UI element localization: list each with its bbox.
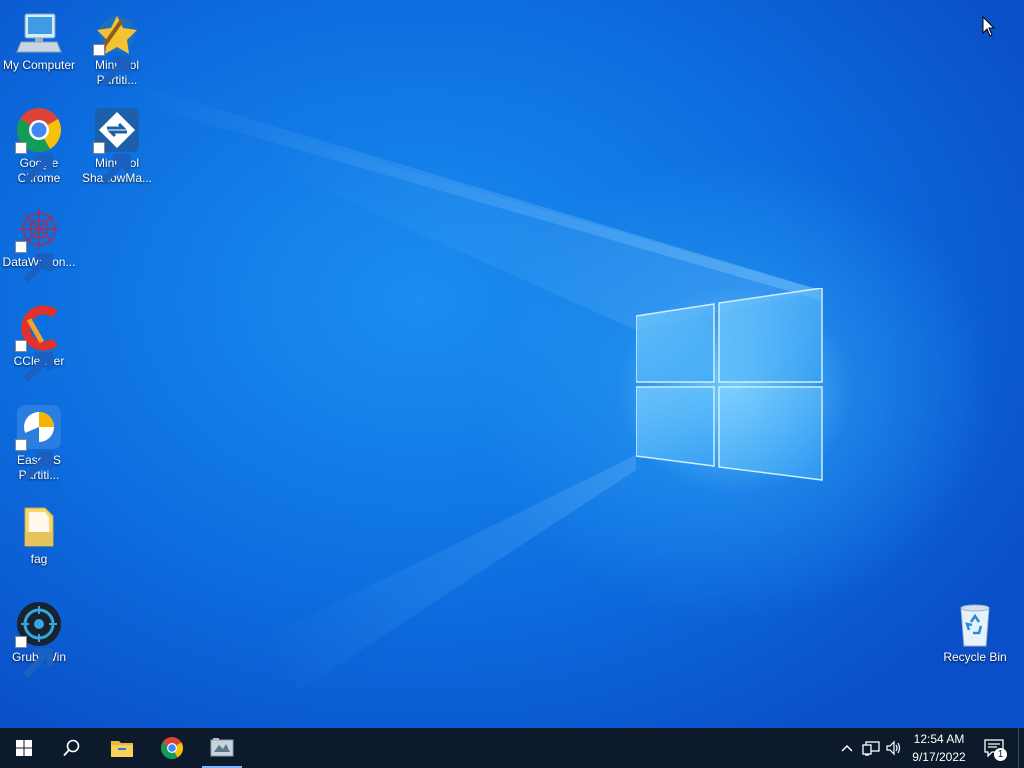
recycle-bin-icon (960, 604, 990, 647)
file-explorer-button[interactable] (98, 728, 146, 768)
file-explorer-icon (111, 741, 133, 757)
desktop-icon-easeus[interactable]: EaseUS Partiti... (0, 403, 78, 483)
desktop-icon-my-computer[interactable]: My Computer (0, 8, 78, 73)
mouse-cursor-icon (982, 16, 996, 37)
chevron-up-icon (841, 744, 853, 752)
desktop-icon-grub2win[interactable]: Grub2Win (0, 600, 78, 678)
search-button[interactable] (48, 728, 96, 768)
app-icon (210, 738, 234, 757)
notification-badge: 1 (994, 748, 1007, 761)
shortcut-arrow-icon (15, 241, 53, 283)
icon-label: fag (30, 552, 48, 566)
windows-logo-wallpaper (636, 288, 823, 481)
shortcut-arrow-icon (15, 142, 53, 184)
volume-icon (886, 740, 901, 756)
shortcut-arrow-icon (93, 44, 131, 86)
shortcut-arrow-icon (15, 340, 53, 382)
desktop-icon-recycle-bin[interactable]: Recycle Bin (936, 600, 1014, 665)
computer-icon (16, 13, 62, 53)
shortcut-arrow-icon (93, 142, 131, 184)
clock[interactable]: 12:54 AM 9/17/2022 (904, 730, 974, 766)
app-taskbar-button[interactable] (198, 728, 246, 768)
desktop-icon-minitool-partition[interactable]: MiniTool Partiti... (78, 8, 156, 88)
folder-icon (24, 507, 54, 547)
start-button[interactable] (0, 728, 48, 768)
icon-label: Recycle Bin (943, 650, 1007, 664)
desktop[interactable]: My Computer MiniTool Partiti... Google C… (0, 0, 1024, 728)
taskbar: 12:54 AM 9/17/2022 1 (0, 728, 1024, 768)
show-hidden-icons-button[interactable] (838, 728, 856, 768)
action-center-button[interactable]: 1 (980, 728, 1008, 768)
desktop-icon-datawagon[interactable]: DataWagon... (0, 205, 78, 283)
shortcut-arrow-icon (15, 439, 53, 481)
volume-button[interactable] (884, 728, 904, 768)
network-button[interactable] (860, 728, 882, 768)
network-icon (862, 741, 880, 756)
desktop-icon-google-chrome[interactable]: Google Chrome (0, 106, 78, 186)
clock-date: 9/17/2022 (912, 750, 966, 764)
chrome-taskbar-button[interactable] (148, 728, 196, 768)
start-icon (16, 740, 32, 756)
show-desktop-button[interactable] (1018, 728, 1024, 768)
desktop-icon-ccleaner[interactable]: CCleaner (0, 304, 78, 382)
shortcut-arrow-icon (15, 636, 53, 678)
chrome-icon (161, 737, 183, 759)
search-icon (63, 739, 80, 757)
desktop-icon-fag-folder[interactable]: fag (0, 502, 78, 567)
clock-time: 12:54 AM (913, 732, 965, 746)
icon-label: My Computer (2, 58, 76, 72)
desktop-icon-minitool-shadowmaker[interactable]: MiniTool ShadowMa... (78, 106, 156, 186)
